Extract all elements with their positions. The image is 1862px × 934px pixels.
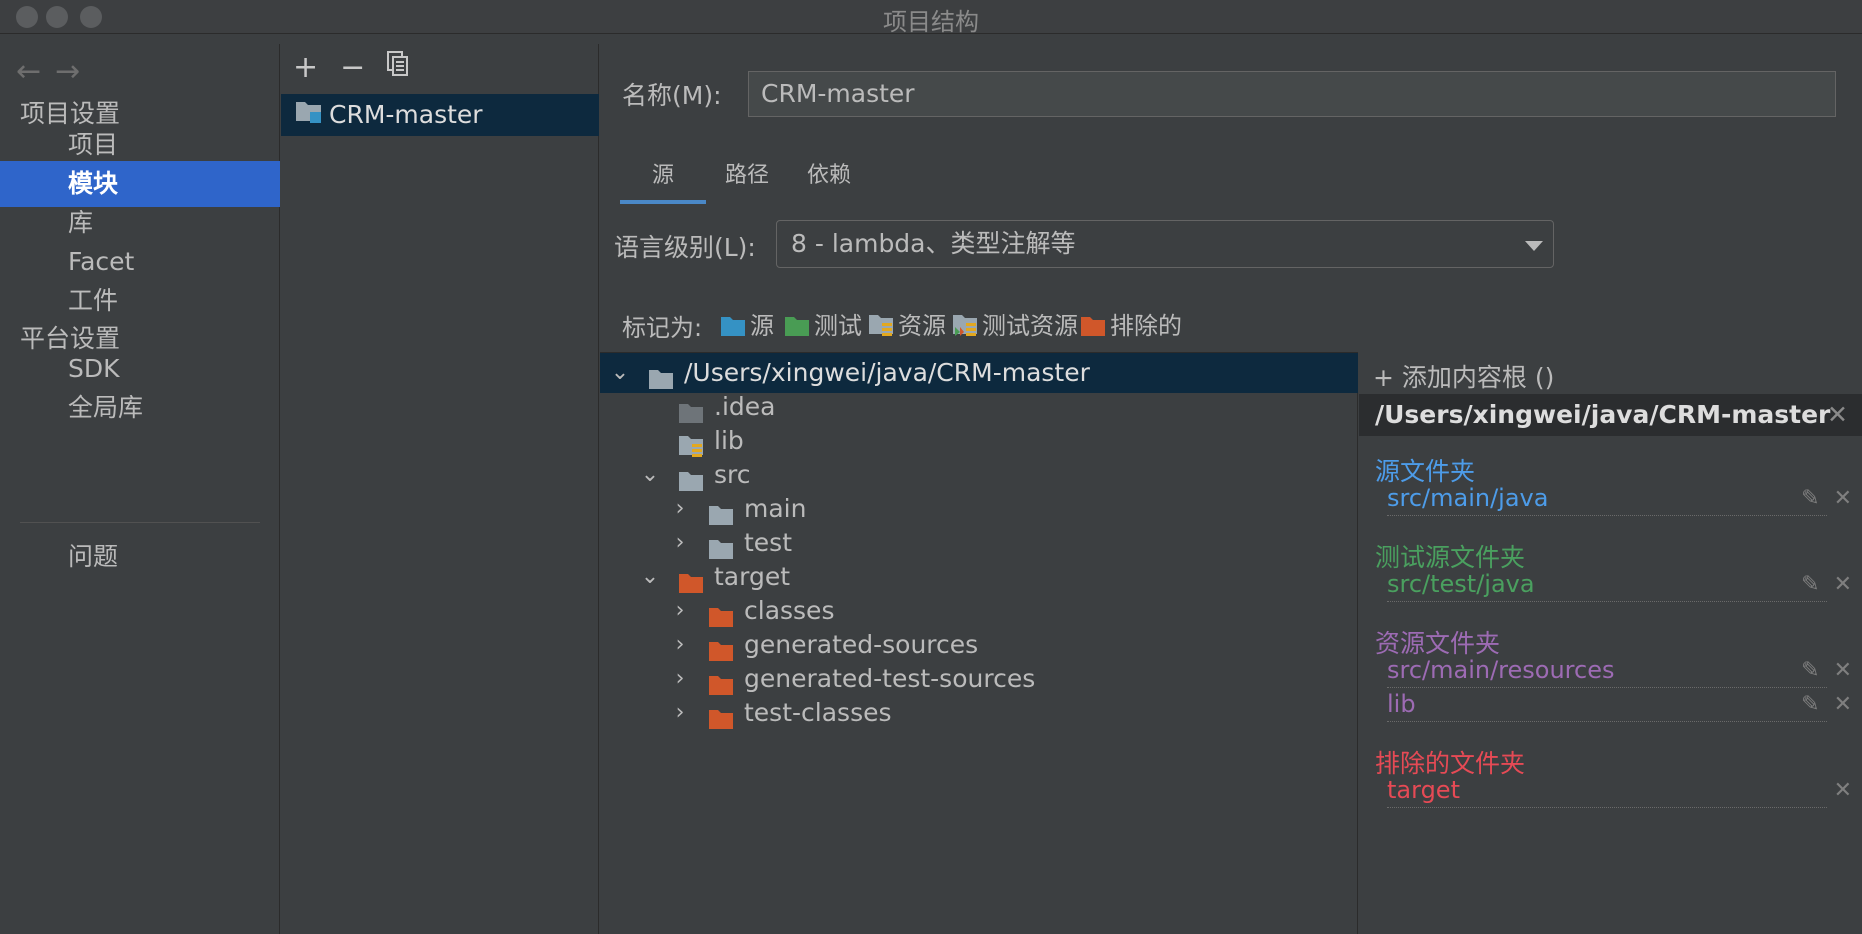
test-source-folder-actions: ✎ ✕ — [1782, 572, 1852, 597]
sources-group-title: 源文件夹 — [1375, 457, 1476, 486]
excluded-folder-entry: target — [1387, 776, 1827, 808]
mark-as-sources-button[interactable]: 源 — [720, 306, 774, 340]
content-root-header: /Users/xingwei/java/CRM-master ✕ — [1359, 394, 1862, 436]
title-bar: 项目结构 — [0, 0, 1862, 36]
chevron-down-icon — [1525, 241, 1543, 251]
nav-item-artifacts[interactable]: 工件 — [0, 278, 280, 324]
chevron-right-icon[interactable]: › — [670, 693, 690, 733]
content-roots-panel: + 添加内容根 () /Users/xingwei/java/CRM-maste… — [1359, 352, 1862, 934]
nav-item-problems[interactable]: 问题 — [0, 534, 280, 580]
language-level-label: 语言级别(L): — [614, 233, 756, 262]
add-content-root-button[interactable]: + 添加内容根 () — [1373, 358, 1554, 394]
tab-paths[interactable]: 路径 — [706, 154, 788, 204]
name-field[interactable]: CRM-master — [748, 71, 1836, 117]
excluded-folder-icon — [1080, 315, 1106, 343]
mark-as-resources-label: 资源 — [898, 312, 946, 340]
plus-icon: + — [1373, 363, 1394, 392]
nav-item-global-libraries[interactable]: 全局库 — [0, 385, 280, 431]
module-item[interactable]: CRM-master — [281, 94, 599, 136]
mark-as-excluded-button[interactable]: 排除的 — [1080, 306, 1182, 340]
mark-as-resources-button[interactable]: 资源 — [868, 306, 946, 340]
nav-arrows: ←→ — [16, 54, 94, 89]
excluded-group-title: 排除的文件夹 — [1375, 749, 1526, 778]
pencil-icon[interactable]: ✎ — [1801, 658, 1819, 683]
close-icon[interactable]: ✕ — [1827, 394, 1848, 436]
test-folder-icon — [784, 315, 810, 343]
project-structure-window: 项目结构 ←→ 项目设置 项目 模块 库 Facet 工件 平台设置 SDK 全… — [0, 0, 1862, 934]
resources-group-title: 资源文件夹 — [1375, 629, 1501, 658]
close-icon[interactable]: ✕ — [1834, 692, 1852, 717]
close-icon[interactable]: ✕ — [1834, 778, 1852, 803]
module-label: CRM-master — [329, 100, 483, 129]
module-detail: 名称(M): CRM-master 源 路径 依赖 语言级别(L): 8 - l… — [600, 44, 1862, 934]
tree-row-label: test-classes — [744, 698, 892, 727]
test-sources-group-title: 测试源文件夹 — [1375, 543, 1526, 572]
nav-divider — [20, 522, 260, 523]
add-content-root-label: 添加内容根 () — [1401, 363, 1555, 392]
tab-dependencies[interactable]: 依赖 — [788, 154, 870, 204]
modules-toolbar: + − — [293, 50, 431, 85]
module-folder-icon — [295, 95, 323, 137]
sources-folder-icon — [720, 315, 746, 343]
mark-as-tests-button[interactable]: 测试 — [784, 306, 862, 340]
source-folder-entry: src/main/java — [1387, 484, 1827, 516]
arrow-right-icon[interactable]: → — [55, 54, 94, 89]
resource-folder-entry: lib — [1387, 690, 1827, 722]
minus-icon[interactable]: − — [340, 50, 365, 85]
settings-nav: ←→ 项目设置 项目 模块 库 Facet 工件 平台设置 SDK 全局库 问题 — [0, 44, 280, 934]
excluded-folder-icon — [708, 702, 734, 742]
close-icon[interactable]: ✕ — [1834, 486, 1852, 511]
resources-folder-icon — [868, 313, 894, 343]
language-level-value: 8 - lambda、类型注解等 — [791, 229, 1076, 258]
arrow-left-icon[interactable]: ← — [16, 54, 55, 89]
mark-as-test-resources-button[interactable]: 测试资源 — [952, 306, 1078, 340]
close-icon[interactable]: ✕ — [1834, 658, 1852, 683]
resource-folder-entry: src/main/resources — [1387, 656, 1827, 688]
tree-row[interactable]: › test-classes — [600, 693, 1358, 733]
content-root-path: /Users/xingwei/java/CRM-master — [1375, 400, 1831, 429]
mark-as-tests-label: 测试 — [814, 312, 862, 340]
mark-as-sources-label: 源 — [750, 312, 774, 340]
mark-as-test-resources-label: 测试资源 — [982, 312, 1078, 340]
mark-as-label: 标记为: — [622, 314, 703, 342]
plus-icon[interactable]: + — [293, 50, 318, 85]
pencil-icon[interactable]: ✎ — [1801, 572, 1819, 597]
tab-sources[interactable]: 源 — [620, 154, 706, 204]
resource-folder-actions: ✎ ✕ — [1782, 658, 1852, 683]
test-source-folder-entry: src/test/java — [1387, 570, 1827, 602]
pencil-icon[interactable]: ✎ — [1801, 692, 1819, 717]
source-folder-actions: ✎ ✕ — [1782, 486, 1852, 511]
mark-as-excluded-label: 排除的 — [1110, 312, 1182, 340]
pencil-icon[interactable]: ✎ — [1801, 486, 1819, 511]
folder-tree: ⌄ /Users/xingwei/java/CRM-master .idea l… — [600, 352, 1358, 934]
resource-folder-actions: ✎ ✕ — [1782, 692, 1852, 717]
modules-panel: + − CRM-master — [281, 44, 599, 934]
name-label: 名称(M): — [622, 81, 722, 110]
copy-icon[interactable] — [387, 50, 409, 85]
language-level-select[interactable]: 8 - lambda、类型注解等 — [776, 220, 1554, 268]
test-resources-folder-icon — [952, 313, 978, 343]
close-icon[interactable]: ✕ — [1834, 572, 1852, 597]
excluded-folder-actions: ✕ — [1782, 778, 1852, 803]
window-title: 项目结构 — [883, 8, 979, 36]
